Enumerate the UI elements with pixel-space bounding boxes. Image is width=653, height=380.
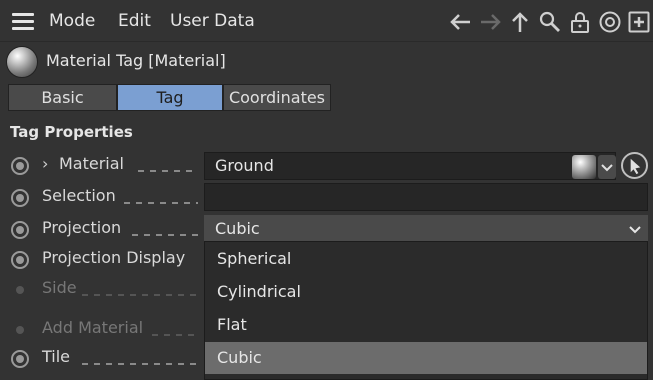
option-cylindrical[interactable]: Cylindrical	[205, 276, 647, 308]
tab-tag[interactable]: Tag	[117, 84, 223, 111]
material-preview-icon	[6, 46, 38, 78]
chevron-down-icon	[629, 226, 641, 234]
selection-animate-icon[interactable]	[11, 189, 29, 207]
add-material-dots	[152, 334, 198, 336]
tile-animate-icon[interactable]	[11, 350, 29, 368]
menu-edit[interactable]: Edit	[118, 11, 151, 31]
side-animate-icon	[11, 281, 29, 299]
projection-display-label: Projection Display	[42, 248, 186, 267]
add-material-animate-icon	[11, 321, 29, 339]
section-title: Tag Properties	[10, 123, 133, 141]
material-dots	[138, 170, 198, 172]
projection-dots	[132, 234, 198, 236]
option-spherical[interactable]: Spherical	[205, 243, 647, 275]
material-label: Material	[59, 154, 124, 173]
pick-cursor-icon[interactable]	[621, 152, 648, 179]
target-icon[interactable]	[598, 10, 622, 34]
up-arrow-icon[interactable]	[508, 10, 532, 34]
projection-value: Cubic	[215, 219, 260, 238]
back-arrow-icon[interactable]	[448, 10, 472, 34]
projection-display-animate-icon[interactable]	[11, 251, 29, 269]
side-dots	[82, 294, 198, 296]
add-material-label: Add Material	[42, 318, 144, 337]
tag-header: Material Tag [Material]	[0, 42, 653, 80]
option-cubic[interactable]: Cubic	[205, 342, 647, 374]
forward-arrow-icon[interactable]	[479, 10, 503, 34]
tag-title: Material Tag [Material]	[46, 51, 226, 70]
material-field[interactable]: Ground	[204, 152, 616, 180]
menu-user-data[interactable]: User Data	[170, 11, 255, 31]
material-dropdown-button[interactable]	[598, 155, 616, 179]
selection-field[interactable]	[204, 183, 648, 211]
tile-label: Tile	[42, 347, 71, 366]
hamburger-menu-icon[interactable]	[12, 13, 34, 31]
projection-dropdown-list: Spherical Cylindrical Flat Cubic	[204, 241, 648, 380]
tab-basic[interactable]: Basic	[8, 84, 117, 111]
selection-dots	[124, 202, 198, 204]
selection-label: Selection	[42, 186, 116, 205]
expand-chevron-icon[interactable]: ›	[42, 154, 48, 173]
projection-select[interactable]: Cubic	[204, 215, 648, 243]
lock-icon[interactable]	[568, 10, 592, 34]
tile-dots	[82, 363, 198, 365]
material-thumbnail-icon	[572, 155, 596, 179]
search-icon[interactable]	[538, 10, 562, 34]
new-panel-icon[interactable]	[627, 10, 651, 34]
projection-label: Projection	[42, 218, 122, 237]
menubar: Mode Edit User Data	[0, 0, 653, 42]
side-label: Side	[42, 278, 77, 297]
projection-animate-icon[interactable]	[11, 221, 29, 239]
option-flat[interactable]: Flat	[205, 309, 647, 341]
material-animate-icon[interactable]	[11, 157, 29, 175]
tab-coordinates[interactable]: Coordinates	[223, 84, 331, 111]
menu-mode[interactable]: Mode	[49, 11, 95, 31]
